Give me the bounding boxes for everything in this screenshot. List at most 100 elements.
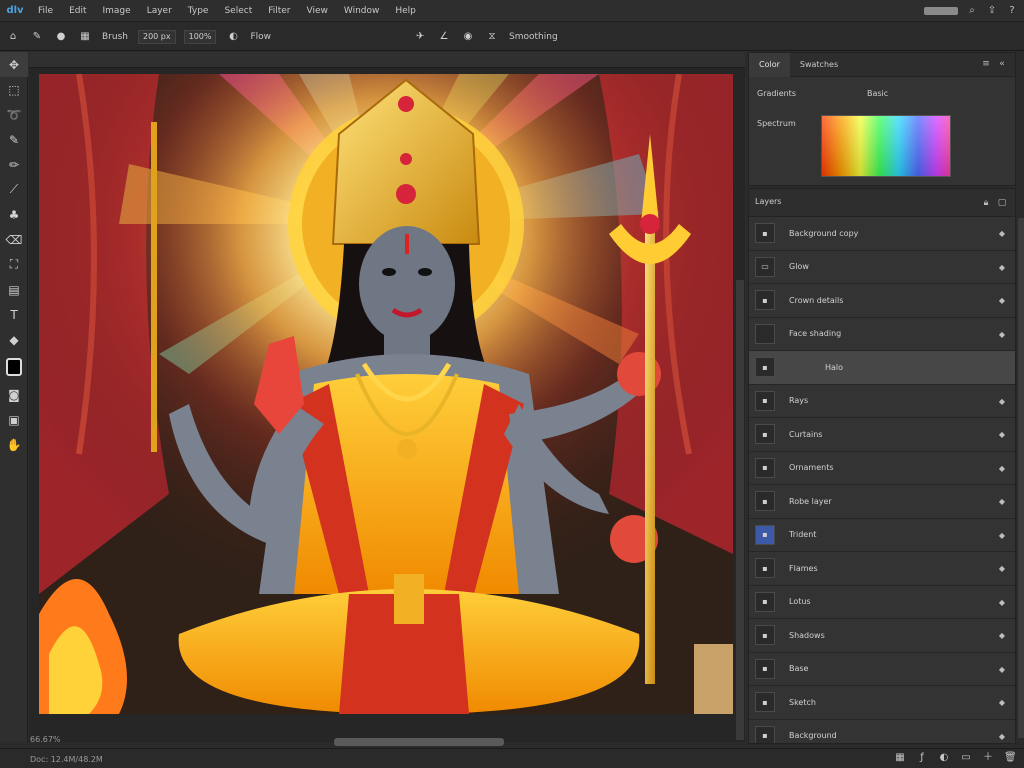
menu-help[interactable]: Help bbox=[387, 0, 424, 22]
zoom-readout[interactable]: 66.67% bbox=[30, 735, 61, 744]
tab-swatches[interactable]: Swatches bbox=[790, 53, 848, 77]
smoothing-label: Smoothing bbox=[509, 31, 558, 42]
menu-edit[interactable]: Edit bbox=[61, 0, 94, 22]
menu-file[interactable]: File bbox=[30, 0, 61, 22]
brush-icon[interactable]: ✎ bbox=[0, 127, 28, 152]
layer-row[interactable]: ▪ Background ◆ bbox=[749, 719, 1015, 743]
pencil-icon[interactable]: ✏ bbox=[0, 152, 28, 177]
text-icon[interactable]: T bbox=[0, 302, 28, 327]
vertical-scrollbar[interactable] bbox=[736, 280, 744, 740]
layer-row[interactable]: ▪ Flames ◆ bbox=[749, 552, 1015, 586]
visibility-icon[interactable]: ◆ bbox=[999, 631, 1005, 640]
new-layer-icon[interactable]: ▢ bbox=[997, 198, 1007, 208]
layer-row[interactable]: ▪ Crown details ◆ bbox=[749, 284, 1015, 318]
symmetry-icon[interactable]: ⧖ bbox=[485, 30, 499, 44]
add-layer-icon[interactable]: ＋ bbox=[982, 752, 994, 764]
search-icon[interactable]: ⌕ bbox=[966, 5, 978, 17]
visibility-icon[interactable]: ◆ bbox=[999, 665, 1005, 674]
menu-select[interactable]: Select bbox=[216, 0, 260, 22]
help-icon[interactable]: ? bbox=[1006, 5, 1018, 17]
artwork-canvas[interactable] bbox=[39, 74, 733, 714]
size-field[interactable]: 200 px bbox=[137, 29, 176, 44]
visibility-icon[interactable]: ◆ bbox=[999, 564, 1005, 573]
visibility-icon[interactable]: ◆ bbox=[999, 497, 1005, 506]
visibility-icon[interactable]: ◆ bbox=[999, 698, 1005, 707]
menu-layer[interactable]: Layer bbox=[139, 0, 180, 22]
options-bar: ⌂ ✎ ● ▦ Brush 200 px 100% ◐ Flow ✈ ∠ ◉ ⧖… bbox=[0, 23, 1024, 51]
trash-icon[interactable]: 🗑︎ bbox=[1004, 752, 1017, 764]
shape-icon[interactable]: ◆ bbox=[0, 327, 28, 352]
clone-stamp-icon[interactable]: ♣ bbox=[0, 202, 28, 227]
airbrush-icon[interactable]: ✈ bbox=[413, 30, 427, 44]
visibility-icon[interactable]: ◆ bbox=[999, 598, 1005, 607]
move-icon[interactable]: ✥ bbox=[0, 52, 28, 77]
menu-view[interactable]: View bbox=[299, 0, 336, 22]
pressure-opacity-icon[interactable]: ◐ bbox=[226, 30, 240, 44]
layer-row[interactable]: ▪ Sketch ◆ bbox=[749, 686, 1015, 720]
menu-type[interactable]: Type bbox=[180, 0, 217, 22]
screen-mode-icon[interactable]: ▣ bbox=[0, 407, 28, 432]
lasso-icon[interactable]: ➰ bbox=[0, 102, 28, 127]
layer-row[interactable]: ▪ Background copy ◆ bbox=[749, 217, 1015, 251]
marquee-icon[interactable]: ⬚ bbox=[0, 77, 28, 102]
visibility-icon[interactable]: ◆ bbox=[999, 229, 1005, 238]
lock-icon[interactable]: 🔒︎ bbox=[981, 198, 991, 208]
folder-icon[interactable]: ▭ bbox=[960, 752, 972, 764]
menu-image[interactable]: Image bbox=[95, 0, 139, 22]
layer-thumbnail: ▪ bbox=[755, 491, 775, 512]
visibility-icon[interactable]: ◆ bbox=[999, 531, 1005, 540]
opacity-field[interactable]: 100% bbox=[183, 29, 217, 44]
layer-row[interactable]: ▪ Ornaments ◆ bbox=[749, 451, 1015, 485]
workspace-switcher[interactable] bbox=[924, 7, 958, 15]
home-icon[interactable]: ⌂ bbox=[6, 30, 20, 44]
layer-row[interactable]: ▪ Trident ◆ bbox=[749, 518, 1015, 552]
color-spectrum-picker[interactable] bbox=[821, 115, 951, 177]
layer-row[interactable]: ▪ Shadows ◆ bbox=[749, 619, 1015, 653]
visibility-icon[interactable]: ◆ bbox=[999, 430, 1005, 439]
layer-row[interactable]: ▪ Curtains ◆ bbox=[749, 418, 1015, 452]
hand-icon[interactable]: ✋ bbox=[0, 432, 28, 457]
layer-name: Lotus bbox=[789, 597, 811, 607]
tool-preset-icon[interactable]: ✎ bbox=[30, 30, 44, 44]
gradient-icon[interactable]: ▤ bbox=[0, 277, 28, 302]
share-icon[interactable]: ⇪ bbox=[986, 5, 998, 17]
app-logo[interactable]: dlv bbox=[0, 0, 30, 22]
foreground-color-swatch[interactable] bbox=[5, 358, 22, 376]
bucket-icon[interactable]: ⛶ bbox=[0, 252, 28, 277]
layers-scrollbar[interactable] bbox=[1018, 218, 1024, 738]
layer-row[interactable]: ▪ Rays ◆ bbox=[749, 384, 1015, 418]
horizontal-scrollbar[interactable] bbox=[334, 738, 504, 746]
brush-preset-icon[interactable]: ● bbox=[54, 30, 68, 44]
mask-icon[interactable]: ◐ bbox=[938, 752, 950, 764]
tab-color[interactable]: Color bbox=[749, 52, 790, 77]
visibility-icon[interactable]: ◆ bbox=[999, 330, 1005, 339]
eraser-icon[interactable]: ⌫ bbox=[0, 227, 28, 252]
brush-settings-icon[interactable]: ▦ bbox=[78, 30, 92, 44]
visibility-icon[interactable]: ◆ bbox=[999, 464, 1005, 473]
visibility-icon[interactable]: ◆ bbox=[999, 296, 1005, 305]
layer-name: Background copy bbox=[789, 228, 859, 238]
layer-row[interactable]: ▪ Base ◆ bbox=[749, 652, 1015, 686]
visibility-icon[interactable]: ◆ bbox=[999, 263, 1005, 272]
layer-row[interactable]: ▪ Robe layer ◆ bbox=[749, 485, 1015, 519]
grid-icon[interactable]: ▦ bbox=[894, 752, 906, 764]
layer-row[interactable]: Face shading ◆ bbox=[749, 317, 1015, 351]
eyedropper-icon[interactable]: ⟋ bbox=[0, 177, 28, 202]
menu-filter[interactable]: Filter bbox=[260, 0, 298, 22]
angle-icon[interactable]: ∠ bbox=[437, 30, 451, 44]
layer-row[interactable]: ▪ Halo bbox=[749, 351, 1015, 385]
visibility-icon[interactable]: ◆ bbox=[999, 397, 1005, 406]
quick-mask-icon[interactable]: ◙ bbox=[0, 382, 28, 407]
layer-name: Ornaments bbox=[789, 463, 834, 473]
visibility-icon[interactable]: ◆ bbox=[999, 732, 1005, 741]
document-tab[interactable] bbox=[29, 52, 745, 68]
mode-label: Brush bbox=[102, 31, 128, 42]
basic-label[interactable]: Basic bbox=[867, 89, 888, 98]
pressure-size-icon[interactable]: ◉ bbox=[461, 30, 475, 44]
panel-menu-icon[interactable]: ≡ bbox=[981, 59, 991, 69]
fx-icon[interactable]: ƒ bbox=[916, 752, 928, 764]
menu-window[interactable]: Window bbox=[336, 0, 388, 22]
collapse-icon[interactable]: « bbox=[997, 59, 1007, 69]
layer-row[interactable]: ▪ Lotus ◆ bbox=[749, 585, 1015, 619]
layer-row[interactable]: ▭ Glow ◆ bbox=[749, 250, 1015, 284]
